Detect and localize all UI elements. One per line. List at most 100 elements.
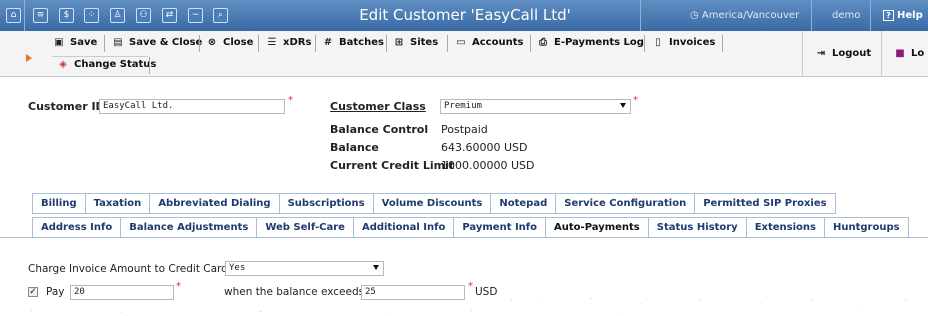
tab-additional-info[interactable]: Additional Info — [352, 217, 454, 238]
tab-row-2: Address Info Balance Adjustments Web Self-… — [32, 217, 909, 238]
epayments-log-button[interactable]: ⎙ E-Payments Log — [537, 34, 644, 52]
invoices-icon: ▯ — [655, 37, 661, 48]
toolbar-divider — [530, 35, 531, 52]
tab-row-1: Billing Taxation Abbreviated Dialing Subscr… — [32, 193, 836, 214]
customer-class-value: Premium — [444, 101, 482, 111]
tab-panel-border — [0, 237, 928, 238]
xdrs-icon: ☰ — [267, 37, 277, 48]
close-label: Close — [223, 37, 254, 48]
tab-billing[interactable]: Billing — [32, 193, 85, 214]
tab-web-self-care[interactable]: Web Self-Care — [256, 217, 353, 238]
chevron-down-icon — [373, 265, 379, 270]
tab-volume-discounts[interactable]: Volume Discounts — [372, 193, 491, 214]
toolbar-divider — [149, 57, 150, 74]
batches-icon: # — [323, 37, 333, 48]
toolbar-divider — [104, 35, 105, 52]
tab-abbreviated-dialing[interactable]: Abbreviated Dialing — [149, 193, 279, 214]
charge-invoice-value: Yes — [229, 263, 246, 273]
tab-address-info[interactable]: Address Info — [32, 217, 121, 238]
invoices-button[interactable]: ▯ Invoices — [652, 34, 715, 52]
scan-noise — [30, 298, 907, 314]
chart-icon[interactable]: ∼ — [188, 8, 203, 23]
toolbar-divider — [644, 35, 645, 52]
transfer-icon[interactable]: ⇄ — [162, 8, 177, 23]
credit-limit-value: 1000.00000 USD — [441, 159, 535, 172]
toolbar-divider — [881, 31, 882, 77]
sites-label: Sites — [410, 37, 439, 48]
log-icon: ■ — [895, 48, 905, 59]
save-close-icon: ▤ — [113, 37, 123, 48]
required-marker: * — [633, 95, 638, 106]
help-icon: ? — [883, 10, 894, 21]
user-name[interactable]: demo — [832, 0, 860, 31]
chevron-down-icon — [620, 103, 626, 108]
tab-payment-info[interactable]: Payment Info — [453, 217, 546, 238]
top-header-bar: ⌂ ≡ $ ⁘ ♙ ⚇ ⇄ ∼ ⌕ Edit Customer 'EasyCal… — [0, 0, 928, 31]
toolbar-divider — [258, 35, 259, 52]
toolbar: ▣ Save ▤ Save & Close ⊗ Close ☰ xDRs # Batche… — [0, 31, 928, 77]
customer-id-label: Customer ID — [28, 100, 105, 113]
balance-label: Balance — [330, 141, 379, 154]
logout-icon: ⇥ — [816, 48, 826, 59]
network-icon[interactable]: ⁘ — [84, 8, 99, 23]
tab-subscriptions[interactable]: Subscriptions — [278, 193, 373, 214]
timezone-label: America/Vancouver — [701, 10, 800, 21]
logout-button[interactable]: ⇥ Logout — [815, 45, 871, 63]
close-button[interactable]: ⊗ Close — [206, 34, 254, 52]
home-icon[interactable]: ⌂ — [6, 8, 21, 23]
log-label: Lo — [911, 48, 925, 59]
users-icon[interactable]: ⚇ — [136, 8, 151, 23]
clock-icon: ◷ — [690, 10, 702, 21]
save-close-button[interactable]: ▤ Save & Close — [112, 34, 202, 52]
tab-permitted-sip-proxies[interactable]: Permitted SIP Proxies — [694, 193, 836, 214]
log-button[interactable]: ■ Lo — [894, 45, 924, 63]
credit-limit-label: Current Credit Limit — [330, 159, 455, 172]
customer-class-link[interactable]: Customer Class — [330, 100, 426, 113]
change-status-label: Change Status — [74, 59, 157, 70]
xdrs-button[interactable]: ☰ xDRs — [266, 34, 312, 52]
tab-balance-adjustments[interactable]: Balance Adjustments — [120, 217, 257, 238]
batches-button[interactable]: # Batches — [322, 34, 384, 52]
balance-control-label: Balance Control — [330, 123, 429, 136]
logout-label: Logout — [832, 48, 872, 59]
save-icon: ▣ — [54, 37, 64, 48]
dollar-icon[interactable]: $ — [59, 8, 74, 23]
header-divider — [24, 0, 25, 31]
accounts-button[interactable]: ▭ Accounts — [455, 34, 523, 52]
tab-status-history[interactable]: Status History — [647, 217, 746, 238]
help-link[interactable]: ? Help — [883, 0, 923, 31]
tab-service-configuration[interactable]: Service Configuration — [555, 193, 695, 214]
person-icon[interactable]: ♙ — [110, 8, 125, 23]
close-icon: ⊗ — [207, 37, 217, 48]
save-button[interactable]: ▣ Save — [53, 34, 97, 52]
toolbar-divider — [802, 31, 803, 77]
required-marker: * — [468, 281, 473, 292]
toolbar-expand-icon[interactable] — [26, 54, 32, 62]
required-marker: * — [176, 281, 181, 292]
save-close-label: Save & Close — [129, 37, 203, 48]
customer-id-field[interactable]: EasyCall Ltd. — [99, 99, 285, 114]
change-status-button[interactable]: ◈ Change Status — [57, 56, 156, 74]
xdrs-label: xDRs — [283, 37, 312, 48]
sites-icon: ⊞ — [394, 37, 404, 48]
required-marker: * — [288, 95, 293, 106]
header-divider — [640, 0, 641, 31]
sites-button[interactable]: ⊞ Sites — [393, 34, 438, 52]
tab-taxation[interactable]: Taxation — [84, 193, 150, 214]
tab-huntgroups[interactable]: Huntgroups — [823, 217, 909, 238]
tab-notepad[interactable]: Notepad — [490, 193, 556, 214]
tab-auto-payments[interactable]: Auto-Payments — [545, 217, 648, 238]
tab-extensions[interactable]: Extensions — [745, 217, 824, 238]
customer-class-select[interactable]: Premium — [440, 99, 631, 114]
list-icon[interactable]: ≡ — [33, 8, 48, 23]
page-title: Edit Customer 'EasyCall Ltd' — [359, 6, 571, 24]
timezone-link[interactable]: ◷ America/Vancouver — [690, 0, 799, 31]
search-icon[interactable]: ⌕ — [213, 8, 228, 23]
epayments-icon: ⎙ — [539, 37, 547, 48]
toolbar-divider — [722, 35, 723, 52]
charge-invoice-label: Charge Invoice Amount to Credit Card — [28, 263, 228, 275]
charge-invoice-select[interactable]: Yes — [225, 261, 384, 276]
header-divider — [870, 0, 871, 31]
toolbar-divider — [386, 35, 387, 52]
balance-value: 643.60000 USD — [441, 141, 528, 154]
